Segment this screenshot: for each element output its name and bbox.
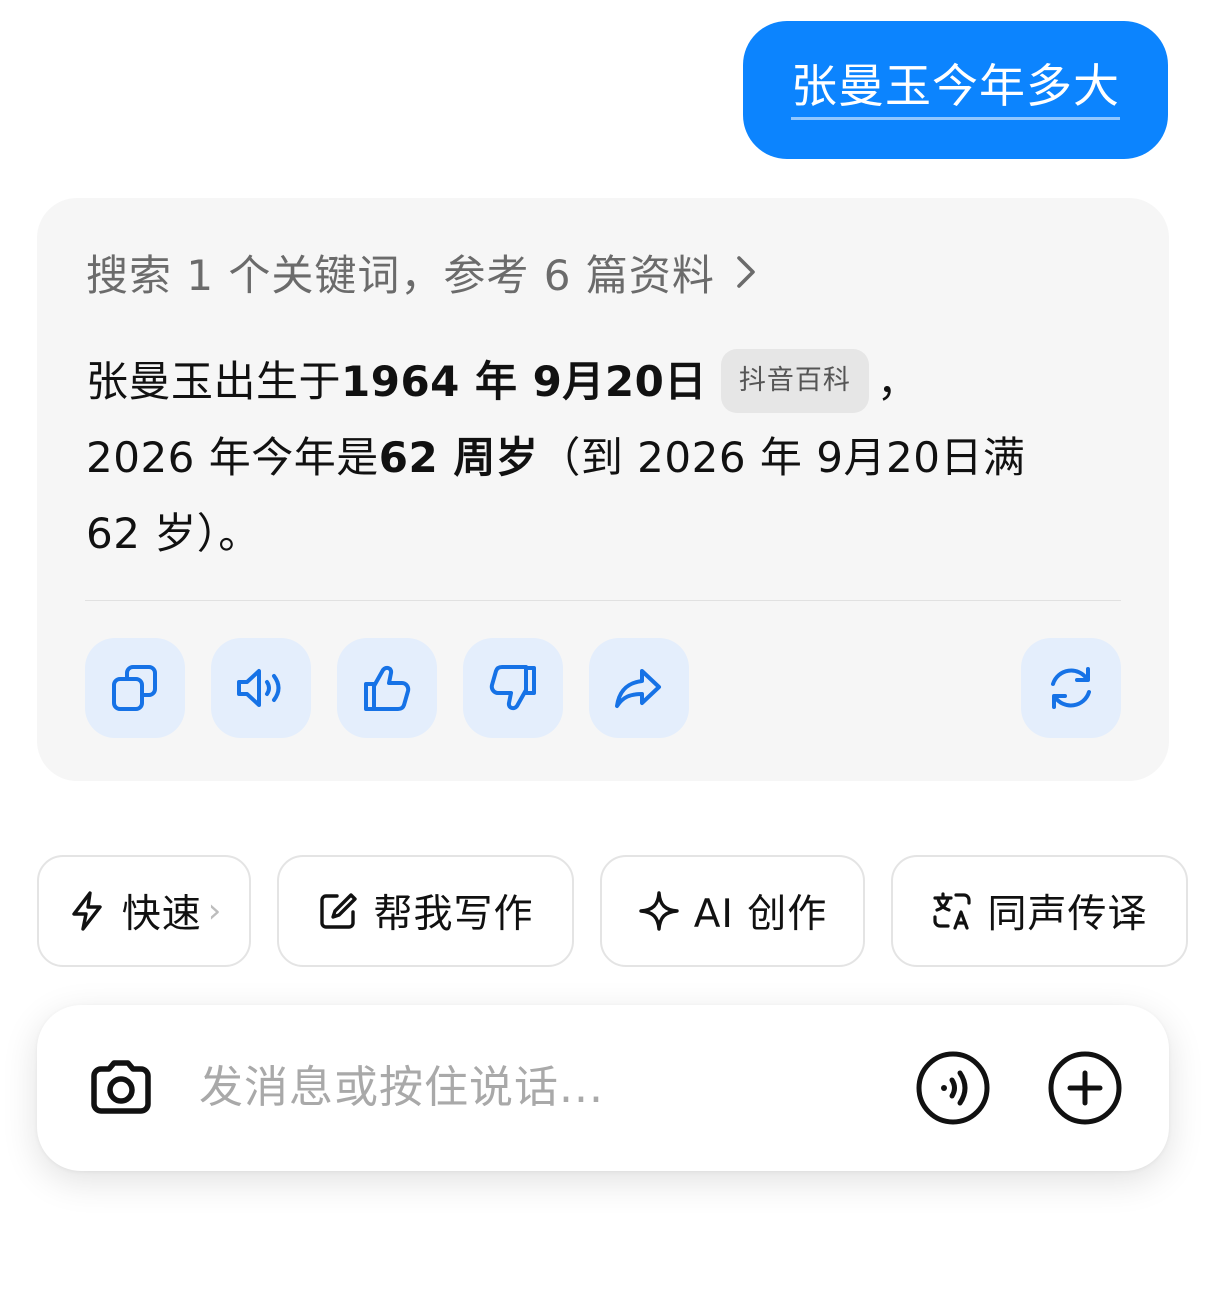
ai-create-label: AI 创作 [693, 892, 828, 937]
answer-text-segment: 2026 年今年是 [86, 433, 379, 482]
simultaneous-interpretation-chip[interactable]: 同声传译 [891, 855, 1188, 967]
help-write-chip[interactable]: 帮我写作 [277, 855, 574, 967]
copy-button[interactable] [85, 638, 185, 738]
copy-icon [112, 665, 157, 711]
user-message-text: 张曼玉今年多大 [791, 60, 1120, 120]
message-input-bar: 发消息或按住说话... [37, 1005, 1169, 1171]
voice-icon[interactable] [915, 1050, 991, 1126]
ai-create-chip[interactable]: AI 创作 [600, 855, 865, 967]
translate-icon [933, 892, 972, 930]
divider [85, 600, 1121, 601]
answer-text-segment: 张曼玉出生于 [86, 357, 342, 406]
edit-icon [320, 893, 358, 929]
read-aloud-button[interactable] [211, 638, 311, 738]
age-value: 62 周岁 [378, 433, 539, 482]
source-chip[interactable]: 抖音百科 [720, 348, 869, 413]
search-summary-text: 搜索 1 个关键词，参考 6 篇资料 [86, 250, 715, 300]
message-input[interactable]: 发消息或按住说话... [199, 1057, 604, 1119]
camera-icon[interactable] [85, 1052, 157, 1124]
regenerate-button[interactable] [1021, 638, 1121, 738]
answer-card: 搜索 1 个关键词，参考 6 篇资料 张曼玉出生于1964 年 9月20日 抖音百… [37, 198, 1169, 781]
answer-line-3: 62 岁）。 [86, 509, 261, 558]
search-summary-link[interactable]: 搜索 1 个关键词，参考 6 篇资料 [86, 242, 759, 302]
dislike-button[interactable] [463, 638, 563, 738]
lightning-icon [71, 891, 102, 931]
share-button[interactable] [589, 638, 689, 738]
thumbs-up-icon [364, 665, 411, 711]
like-button[interactable] [337, 638, 437, 738]
simultaneous-interpretation-label: 同声传译 [987, 892, 1148, 937]
answer-text-segment: （到 2026 年 9月20日满 [538, 433, 1026, 482]
birth-date: 1964 年 9月20日 [341, 357, 707, 406]
answer-line-2: 2026 年今年是62 周岁（到 2026 年 9月20日满 [86, 420, 1136, 496]
help-write-label: 帮我写作 [373, 892, 534, 937]
quick-mode-label: 快速 [121, 892, 202, 937]
sparkle-icon [639, 891, 679, 931]
quick-mode-chip[interactable]: 快速 › [37, 855, 251, 967]
answer-text-segment: ， [876, 357, 920, 406]
chevron-right-icon [737, 256, 755, 288]
user-message-bubble[interactable]: 张曼玉今年多大 [743, 21, 1168, 159]
speaker-icon [237, 669, 281, 707]
thumbs-down-icon [489, 665, 536, 711]
answer-line-1: 张曼玉出生于1964 年 9月20日 抖音百科， [86, 344, 1136, 420]
answer-text: 张曼玉出生于1964 年 9月20日 抖音百科， 2026 年今年是62 周岁（到… [86, 344, 1136, 572]
regenerate-icon [1051, 667, 1091, 709]
plus-icon[interactable] [1047, 1050, 1123, 1126]
share-icon [615, 669, 661, 708]
quick-mode-chevron: › [207, 891, 223, 931]
